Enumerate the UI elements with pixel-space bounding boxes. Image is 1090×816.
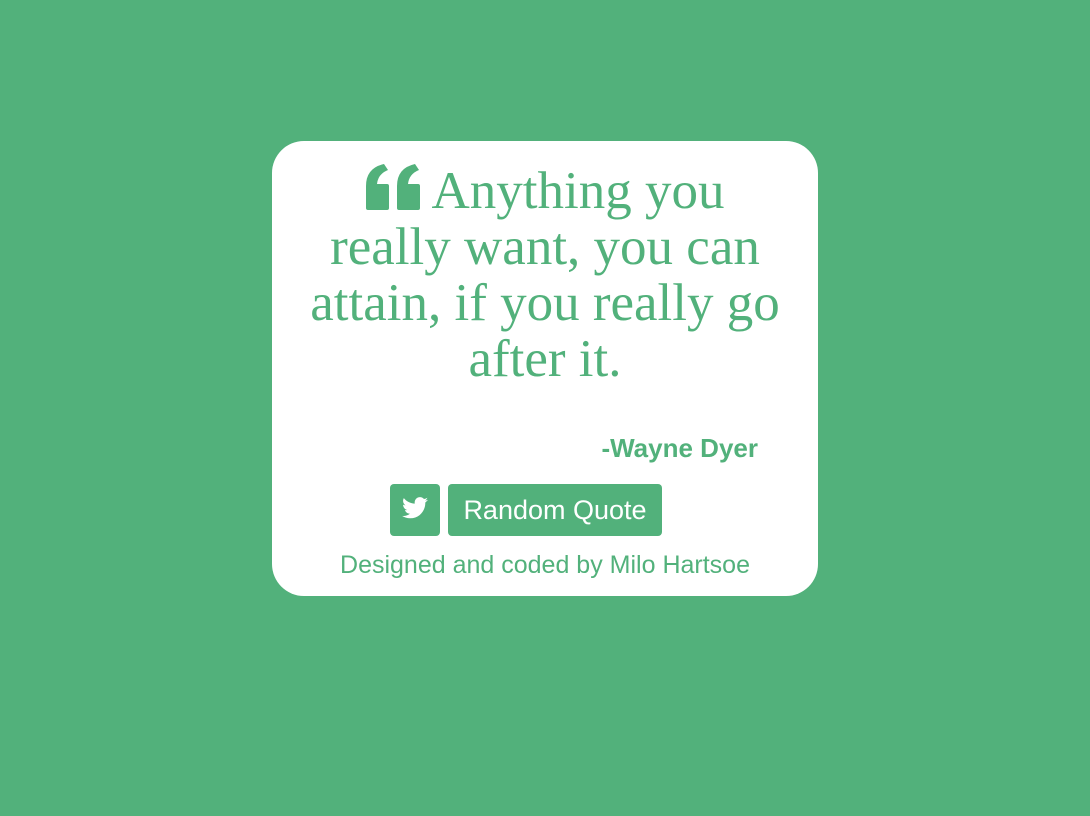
quote-card: Anything you really want, you can attain…: [272, 141, 818, 596]
twitter-icon: [402, 496, 428, 524]
quote-author: -Wayne Dyer: [601, 433, 758, 463]
quote-left-icon: [365, 164, 420, 210]
quote-box: Anything you really want, you can attain…: [300, 163, 790, 387]
tweet-button[interactable]: [390, 484, 440, 536]
random-quote-button[interactable]: Random Quote: [448, 484, 662, 536]
footer-credit: Designed and coded by Milo Hartsoe: [340, 551, 750, 579]
